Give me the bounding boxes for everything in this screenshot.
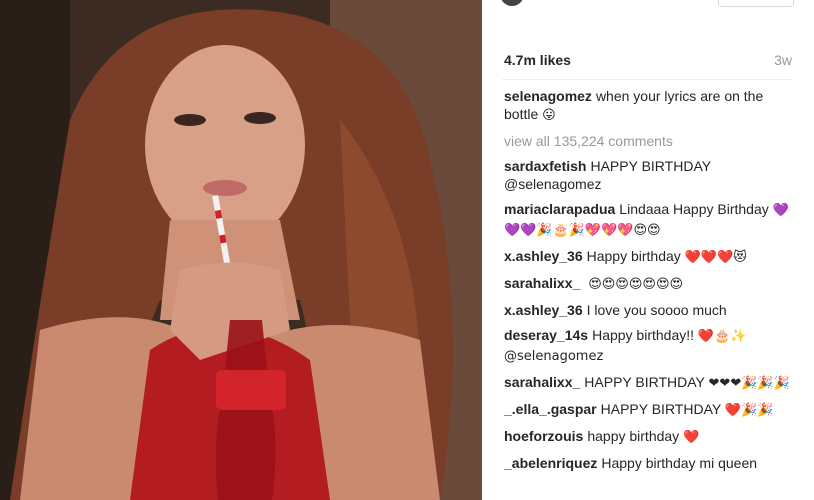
- comment-username[interactable]: deseray_14s: [504, 327, 588, 343]
- comment: sardaxfetish HAPPY BIRTHDAY @selenagomez: [504, 157, 796, 193]
- comment-text: Lindaaa Happy Birthday: [619, 201, 769, 217]
- instagram-post-view: 4.7m likes 3w selenagomez when your lyric…: [0, 0, 814, 500]
- caption-emoji: 😛: [542, 108, 556, 123]
- comment-emoji: 😍😍😍😍😍😍😍: [588, 277, 684, 292]
- divider: [502, 79, 792, 80]
- likes-count[interactable]: 4.7m likes: [504, 52, 571, 68]
- comment-text: I love you soooo much: [586, 302, 727, 318]
- comment-username[interactable]: sarahalixx_: [504, 275, 580, 291]
- comment: _abelenriquez Happy birthday mi queen: [504, 454, 796, 472]
- portrait-illustration: [0, 0, 482, 500]
- post-photo[interactable]: [0, 0, 482, 500]
- follow-button[interactable]: [718, 0, 794, 7]
- comment: sarahalixx_ HAPPY BIRTHDAY ❤❤❤🎉🎉🎉: [504, 373, 796, 393]
- comment-username[interactable]: mariaclarapadua: [504, 201, 615, 217]
- view-all-comments-link[interactable]: view all 135,224 comments: [504, 132, 796, 150]
- comment: deseray_14s Happy birthday!! ❤️🎂✨ @selena…: [504, 326, 796, 366]
- comment-text: Happy birthday mi queen: [601, 455, 758, 471]
- comments-list: selenagomez when your lyrics are on the b…: [504, 87, 796, 479]
- comment-username[interactable]: _abelenriquez: [504, 455, 597, 471]
- avatar[interactable]: [500, 0, 524, 6]
- comment-text: HAPPY BIRTHDAY: [600, 401, 721, 417]
- post-age[interactable]: 3w: [774, 52, 792, 68]
- comment: mariaclarapadua Lindaaa Happy Birthday 💜💜…: [504, 200, 796, 240]
- comment: x.ashley_36 I love you soooo much: [504, 301, 796, 319]
- comment-text: Happy birthday!!: [592, 327, 695, 343]
- comment-username[interactable]: sardaxfetish: [504, 158, 586, 174]
- comment-username[interactable]: x.ashley_36: [504, 302, 583, 318]
- comment: _.ella_.gaspar HAPPY BIRTHDAY ❤️🎉🎉: [504, 400, 796, 420]
- comment-username[interactable]: x.ashley_36: [504, 248, 583, 264]
- caption-username[interactable]: selenagomez: [504, 88, 592, 104]
- comment-text: happy birthday: [587, 428, 680, 444]
- comment-username[interactable]: _.ella_.gaspar: [504, 401, 597, 417]
- comment: hoeforzouis happy birthday ❤️: [504, 427, 796, 447]
- comment-emoji: ❤️❤️❤️😻: [684, 250, 747, 265]
- post-details-panel: 4.7m likes 3w selenagomez when your lyric…: [482, 0, 814, 500]
- caption: selenagomez when your lyrics are on the b…: [504, 87, 796, 125]
- comment-emoji: ❤❤❤🎉🎉🎉: [708, 376, 790, 391]
- comment-emoji: ❤️🎉🎉: [724, 403, 774, 418]
- comment-emoji: ❤️: [683, 430, 700, 445]
- comment-username[interactable]: hoeforzouis: [504, 428, 583, 444]
- comment: sarahalixx_ 😍😍😍😍😍😍😍: [504, 274, 796, 294]
- comment: x.ashley_36 Happy birthday ❤️❤️❤️😻: [504, 247, 796, 267]
- comment-username[interactable]: sarahalixx_: [504, 374, 580, 390]
- comment-text: Happy birthday: [586, 248, 681, 264]
- comment-text: HAPPY BIRTHDAY: [584, 374, 705, 390]
